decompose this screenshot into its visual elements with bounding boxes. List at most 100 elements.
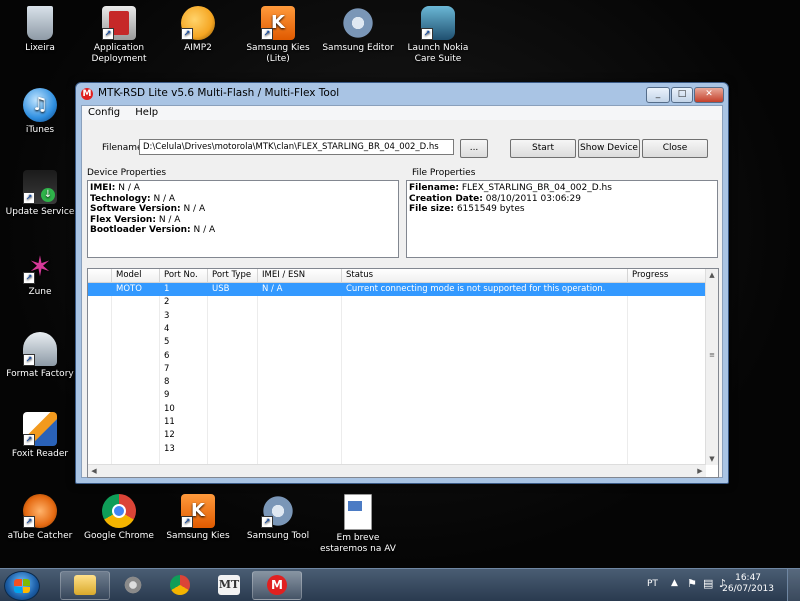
table-row[interactable]: 2: [88, 296, 706, 309]
network-icon[interactable]: ▤: [703, 577, 713, 590]
column-header-select[interactable]: [88, 269, 112, 282]
property-value: 6151549 bytes: [456, 204, 525, 214]
start-button[interactable]: [4, 571, 40, 601]
device-property-row: Technology: N / A: [90, 194, 396, 205]
menu-config[interactable]: Config: [82, 106, 126, 118]
table-row[interactable]: 7: [88, 363, 706, 376]
window-titlebar[interactable]: M MTK-RSD Lite v5.6 Multi-Flash / Multi-…: [76, 83, 728, 105]
cell-select: [88, 283, 112, 296]
desktop-icon-format-factory[interactable]: ↗ Format Factory: [0, 332, 80, 380]
column-header-status[interactable]: Status: [342, 269, 628, 282]
desktop-icon-atube-catcher[interactable]: ↗ aTube Catcher: [0, 494, 80, 542]
cell-select: [88, 350, 112, 363]
cell-model: [112, 323, 160, 336]
desktop-icon-samsung-editor[interactable]: Samsung Editor: [318, 6, 398, 54]
scroll-down-arrow-icon[interactable]: ▼: [706, 453, 718, 465]
column-header-imei[interactable]: IMEI / ESN: [258, 269, 342, 282]
close-button[interactable]: Close: [642, 139, 708, 158]
nokia-care-suite-icon: ↗: [421, 6, 455, 40]
cell-imei: [258, 323, 342, 336]
cell-port: 4: [164, 323, 170, 334]
desktop-icon-google-chrome[interactable]: Google Chrome: [79, 494, 159, 542]
cell-model: [112, 429, 160, 442]
device-property-row: Bootloader Version: N / A: [90, 225, 396, 236]
cell-status: [342, 443, 628, 456]
cell-status: [342, 350, 628, 363]
taskbar-tool[interactable]: [108, 571, 158, 600]
show-desktop-button[interactable]: [787, 569, 800, 601]
desktop-icon-zune[interactable]: ✶ ↗ Zune: [0, 250, 80, 298]
desktop-icon-lixeira[interactable]: Lixeira: [0, 6, 80, 54]
column-header-port-no[interactable]: Port No.: [160, 269, 208, 282]
zune-icon: ✶ ↗: [23, 250, 57, 284]
chrome-icon: [170, 575, 190, 595]
vertical-scrollbar[interactable]: ▲ ≡ ▼: [705, 269, 718, 465]
table-row[interactable]: 6: [88, 350, 706, 363]
filename-input[interactable]: D:\Celula\Drives\motorola\MTK\clan\FLEX_…: [139, 139, 454, 155]
flag-icon[interactable]: ⚑: [687, 577, 697, 590]
samsung-kies-icon: K ↗: [181, 494, 215, 528]
taskbar-mt[interactable]: MT: [204, 571, 254, 600]
scroll-left-arrow-icon[interactable]: ◀: [88, 465, 100, 477]
desktop-icon-foxit-reader[interactable]: ↗ Foxit Reader: [0, 412, 80, 460]
desktop-icon-application-deployment[interactable]: ↗ Application Deployment: [79, 6, 159, 65]
table-row[interactable]: MOTO 1 USB N / A Current connecting mode is …: [88, 283, 706, 296]
desktop-icon-samsung-kies[interactable]: K ↗ Samsung Kies: [158, 494, 238, 542]
cell-progress: [628, 296, 706, 309]
column-header-model[interactable]: Model: [112, 269, 160, 282]
tray-expand-icon[interactable]: ▲: [671, 578, 678, 588]
table-row[interactable]: 10: [88, 403, 706, 416]
table-row[interactable]: 9: [88, 389, 706, 402]
language-indicator[interactable]: PT: [647, 579, 658, 589]
cell-progress: [628, 416, 706, 429]
desktop-icon-label: Google Chrome: [84, 531, 154, 541]
taskbar-explorer[interactable]: [60, 571, 110, 600]
desktop-icon-samsung-kies-lite[interactable]: K ↗ Samsung Kies (Lite): [238, 6, 318, 65]
clock[interactable]: 16:47 26/07/2013: [722, 573, 774, 595]
cell-progress: [628, 310, 706, 323]
desktop-icon-label: Samsung Tool: [246, 531, 310, 541]
table-row[interactable]: 5: [88, 336, 706, 349]
cell-select: [88, 403, 112, 416]
desktop-icon-label: Zune: [28, 287, 52, 297]
desktop-icon-itunes[interactable]: ♫ iTunes: [0, 88, 80, 136]
file-property-row: File size: 6151549 bytes: [409, 204, 715, 215]
browse-button[interactable]: ...: [460, 139, 488, 158]
cell-port: 6: [164, 350, 170, 361]
scroll-right-arrow-icon[interactable]: ▶: [694, 465, 706, 477]
start-button[interactable]: Start: [510, 139, 576, 158]
taskbar-mtk-rsd[interactable]: M: [252, 571, 302, 600]
cell-imei: [258, 389, 342, 402]
table-row[interactable]: 13: [88, 443, 706, 456]
device-property-row: Flex Version: N / A: [90, 215, 396, 226]
property-value: N / A: [193, 225, 216, 235]
cell-select: [88, 296, 112, 309]
table-row[interactable]: 11: [88, 416, 706, 429]
table-row[interactable]: 3: [88, 310, 706, 323]
table-row[interactable]: 4: [88, 323, 706, 336]
scroll-thumb-grip-icon[interactable]: ≡: [706, 349, 718, 361]
format-factory-icon: ↗: [23, 332, 57, 366]
close-window-button[interactable]: ✕: [694, 87, 724, 103]
desktop-icon-nokia-care-suite[interactable]: ↗ Launch Nokia Care Suite: [398, 6, 478, 65]
menu-help[interactable]: Help: [129, 106, 164, 118]
desktop-icon-update-service[interactable]: ↓ ↗ Update Service: [0, 170, 80, 218]
column-header-port-type[interactable]: Port Type: [208, 269, 258, 282]
table-row[interactable]: 12: [88, 429, 706, 442]
desktop-icon-em-breve[interactable]: Em breve estaremos na AV: [318, 494, 398, 555]
column-header-progress[interactable]: Progress: [628, 269, 706, 282]
horizontal-scrollbar[interactable]: ◀ ▶: [88, 464, 706, 477]
device-port-table[interactable]: Model Port No. Port Type IMEI / ESN Stat…: [87, 268, 719, 478]
cell-type: [208, 310, 258, 323]
desktop-icon-samsung-tool[interactable]: ↗ Samsung Tool: [238, 494, 318, 542]
maximize-button[interactable]: □: [671, 87, 693, 103]
taskbar-chrome[interactable]: [156, 571, 206, 600]
table-row[interactable]: 8: [88, 376, 706, 389]
show-device-button[interactable]: Show Device: [578, 139, 640, 158]
minimize-button[interactable]: _: [646, 87, 670, 103]
desktop-icon-aimp2[interactable]: ↗ AIMP2: [158, 6, 238, 54]
cell-model: [112, 443, 160, 456]
cell-imei: [258, 416, 342, 429]
scroll-up-arrow-icon[interactable]: ▲: [706, 269, 718, 281]
cell-port: 3: [164, 310, 170, 321]
